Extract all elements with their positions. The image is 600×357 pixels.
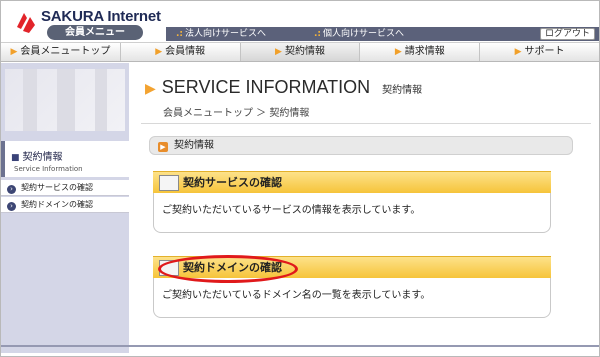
corporate-services-label: 法人向けサービスへ xyxy=(185,29,267,39)
sidebar-image xyxy=(5,69,125,131)
logo-subtitle: 会員メニュー xyxy=(47,25,143,40)
arrow-icon: ▶ xyxy=(275,47,282,57)
card-description: ご契約いただいているサービスの情報を表示しています。 xyxy=(153,193,551,233)
header: SAKURA Internet 会員メニュー .: 法人向けサービスへ .: 個人向… xyxy=(1,1,599,41)
top-link-bar: .: 法人向けサービスへ .: 個人向けサービスへ ログアウト xyxy=(166,27,599,41)
main-nav-tabs: ▶ 会員メニュートップ ▶ 会員情報 ▶ 契約情報 ▶ 請求情報 ▶ サポート xyxy=(1,42,599,62)
personal-services-label: 個人向けサービスへ xyxy=(323,29,405,39)
square-bullet-icon: ■ xyxy=(11,153,20,163)
section-title: 契約情報 xyxy=(174,140,214,151)
page-title: ▶ SERVICE INFORMATION 契約情報 xyxy=(145,77,422,98)
page-title-text: SERVICE INFORMATION xyxy=(161,77,371,97)
logout-button[interactable]: ログアウト xyxy=(539,28,595,40)
footer-line xyxy=(1,345,599,347)
sidebar-subtitle: Service Information xyxy=(14,165,83,173)
tab-member-info[interactable]: ▶ 会員情報 xyxy=(121,43,241,61)
arrow-icon: ▶ xyxy=(10,47,18,57)
tab-label: 請求情報 xyxy=(404,46,445,57)
tab-label: 契約情報 xyxy=(284,46,325,57)
service-check-link[interactable]: 契約サービスの確認 xyxy=(153,171,551,193)
bullet-icon: .: xyxy=(314,29,322,39)
tab-support[interactable]: ▶ サポート xyxy=(480,43,599,61)
arrow-icon: ▶ xyxy=(514,47,522,57)
section-arrow-icon: ▶ xyxy=(158,142,168,152)
arrow-icon: ▶ xyxy=(394,47,402,57)
document-icon xyxy=(159,175,179,191)
personal-services-link[interactable]: .: 個人向けサービスへ xyxy=(314,28,404,40)
sidebar-item-service-check[interactable]: › 契約サービスの確認 xyxy=(1,180,129,196)
tab-contract-info[interactable]: ▶ 契約情報 xyxy=(240,43,361,61)
arrow-circle-icon: › xyxy=(7,202,16,211)
sidebar-title: 契約情報 xyxy=(22,152,63,163)
tab-billing-info[interactable]: ▶ 請求情報 xyxy=(360,43,481,61)
tab-member-top[interactable]: ▶ 会員メニュートップ xyxy=(1,43,121,61)
main-content: ▶ SERVICE INFORMATION 契約情報 会員メニュートップ ＞ 契約情… xyxy=(131,63,598,353)
tab-label: 会員情報 xyxy=(165,46,206,57)
sidebar-heading: ■ 契約情報 Service Information xyxy=(1,141,129,177)
bullet-icon: .: xyxy=(176,29,184,39)
arrow-icon: ▶ xyxy=(155,47,163,57)
card-title: 契約サービスの確認 xyxy=(183,176,282,189)
sidebar: ■ 契約情報 Service Information › 契約サービスの確認 › 契約… xyxy=(1,63,129,353)
corporate-services-link[interactable]: .: 法人向けサービスへ xyxy=(176,28,266,40)
logo-title: SAKURA Internet xyxy=(41,8,161,25)
card-description: ご契約いただいているドメイン名の一覧を表示しています。 xyxy=(153,278,551,318)
sidebar-item-domain-check[interactable]: › 契約ドメインの確認 xyxy=(1,197,129,213)
tab-label: 会員メニュートップ xyxy=(20,46,111,57)
service-check-card: 契約サービスの確認 ご契約いただいているサービスの情報を表示しています。 xyxy=(153,171,551,233)
sidebar-item-label: 契約ドメインの確認 xyxy=(21,200,93,209)
site-logo[interactable]: SAKURA Internet 会員メニュー xyxy=(11,6,161,40)
section-header: ▶ 契約情報 xyxy=(149,136,573,155)
title-arrow-icon: ▶ xyxy=(145,80,156,96)
breadcrumb: 会員メニュートップ ＞ 契約情報 xyxy=(163,108,310,119)
sakura-logo-icon xyxy=(17,13,35,33)
red-highlight-ellipse xyxy=(158,255,298,283)
sidebar-item-label: 契約サービスの確認 xyxy=(21,183,93,192)
page-subtitle: 契約情報 xyxy=(382,85,423,96)
arrow-circle-icon: › xyxy=(7,185,16,194)
divider xyxy=(141,123,591,124)
tab-label: サポート xyxy=(524,46,565,57)
